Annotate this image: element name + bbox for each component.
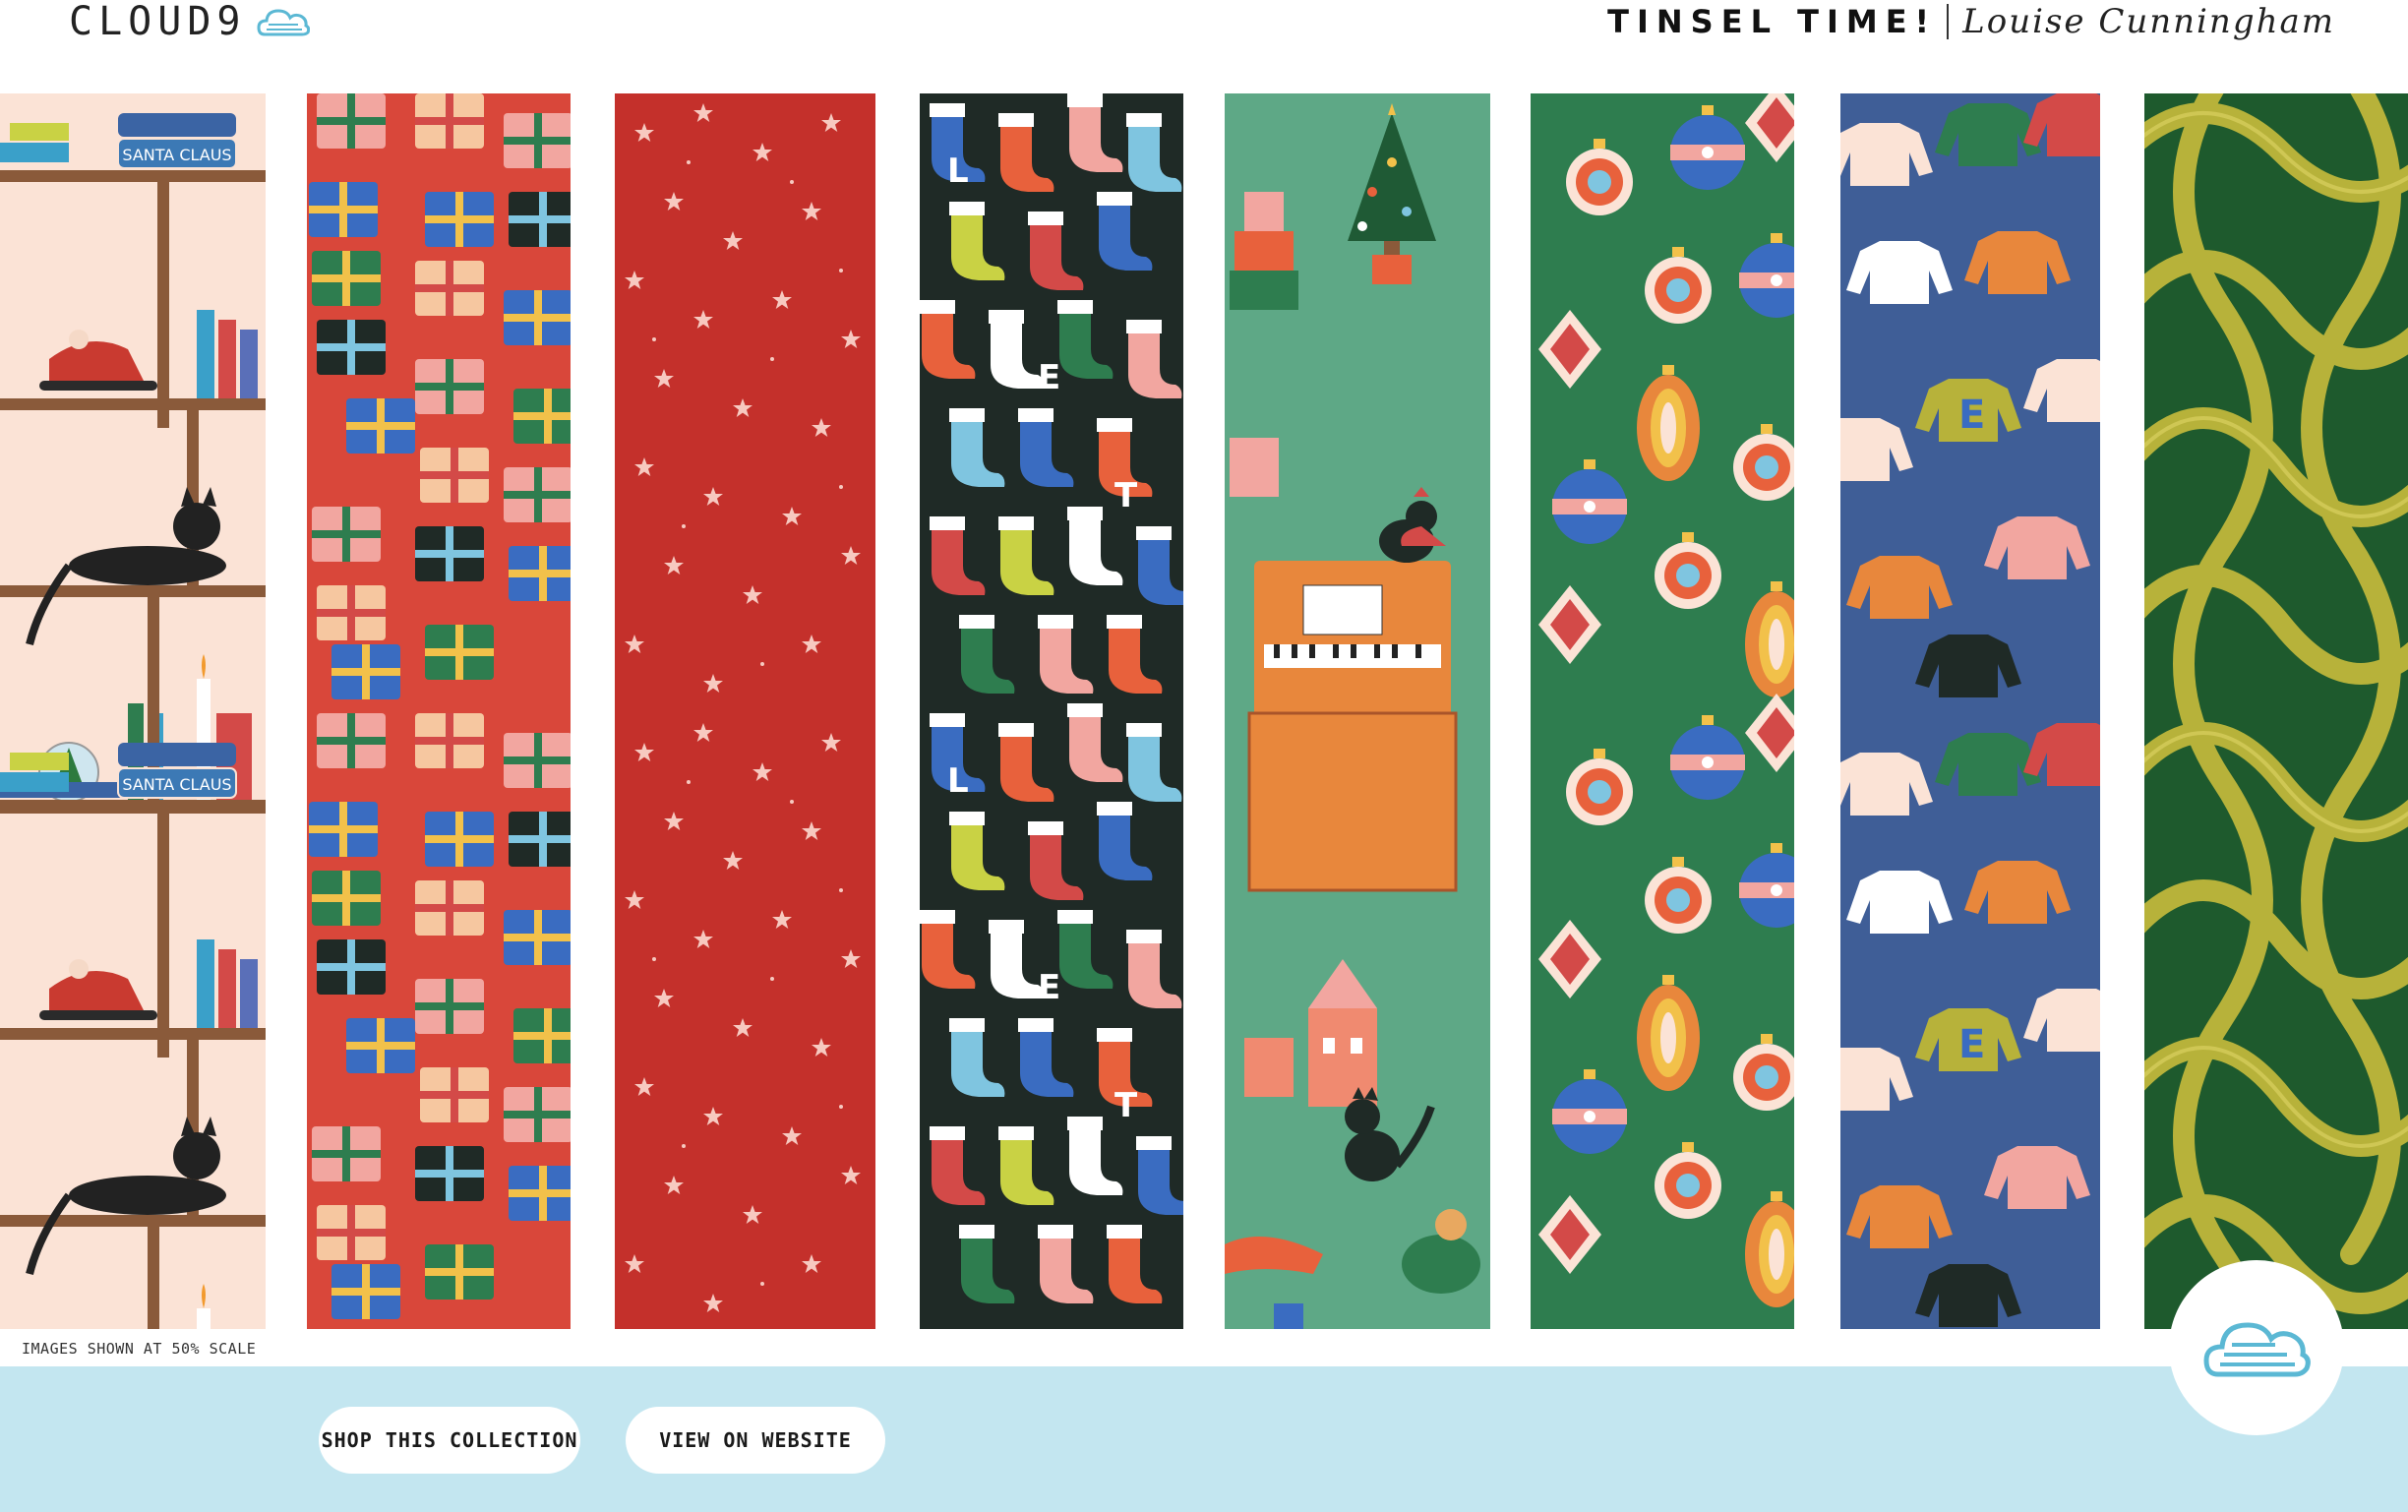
header-divider [1947, 4, 1950, 39]
stars-pattern [625, 103, 861, 1329]
piano-pattern [1225, 103, 1480, 1329]
logo-text: CLOUD9 [69, 0, 247, 44]
bookshelf-pattern: SANTA CLAUS [0, 113, 266, 1329]
collection-header: TINSEL TIME! Louise Cunningham [1607, 2, 2335, 41]
swatch-stockings[interactable]: L E T [920, 93, 1183, 1329]
collection-title: TINSEL TIME! [1607, 3, 1938, 40]
brand-logo[interactable]: CLOUD9 [69, 0, 310, 44]
designer-name: Louise Cunningham [1962, 2, 2335, 41]
cloud-icon [256, 9, 310, 36]
swatch-bookshelf-cats[interactable]: SANTA CLAUS [0, 93, 266, 1329]
swatch-stars[interactable] [615, 93, 875, 1329]
svg-text:L: L [947, 151, 969, 191]
swatch-piano-tree-cat[interactable] [1225, 93, 1490, 1329]
swatch-tinsel-loops[interactable] [2144, 93, 2408, 1329]
stockings-pattern: L E T [920, 93, 1183, 1329]
svg-text:E: E [1958, 393, 1985, 438]
tinsel-pattern [2144, 93, 2408, 1329]
svg-text:E: E [1038, 358, 1060, 397]
svg-text:T: T [1114, 476, 1138, 515]
shop-collection-button[interactable]: SHOP THIS COLLECTION [319, 1407, 580, 1474]
swatch-ornaments[interactable] [1531, 93, 1794, 1329]
ornaments-pattern [1538, 93, 1794, 1329]
sweaters-pattern: E [1840, 93, 2100, 1329]
cloud-badge[interactable] [2169, 1260, 2344, 1435]
book-label: SANTA CLAUS [122, 146, 231, 164]
scale-note: IMAGES SHOWN AT 50% SCALE [22, 1340, 257, 1358]
swatch-wrapped-presents[interactable] [307, 93, 571, 1329]
cloud-icon [2203, 1322, 2311, 1377]
presents-pattern [309, 93, 571, 1329]
swatch-sweaters[interactable]: E [1840, 93, 2100, 1329]
view-website-button[interactable]: VIEW ON WEBSITE [626, 1407, 885, 1474]
